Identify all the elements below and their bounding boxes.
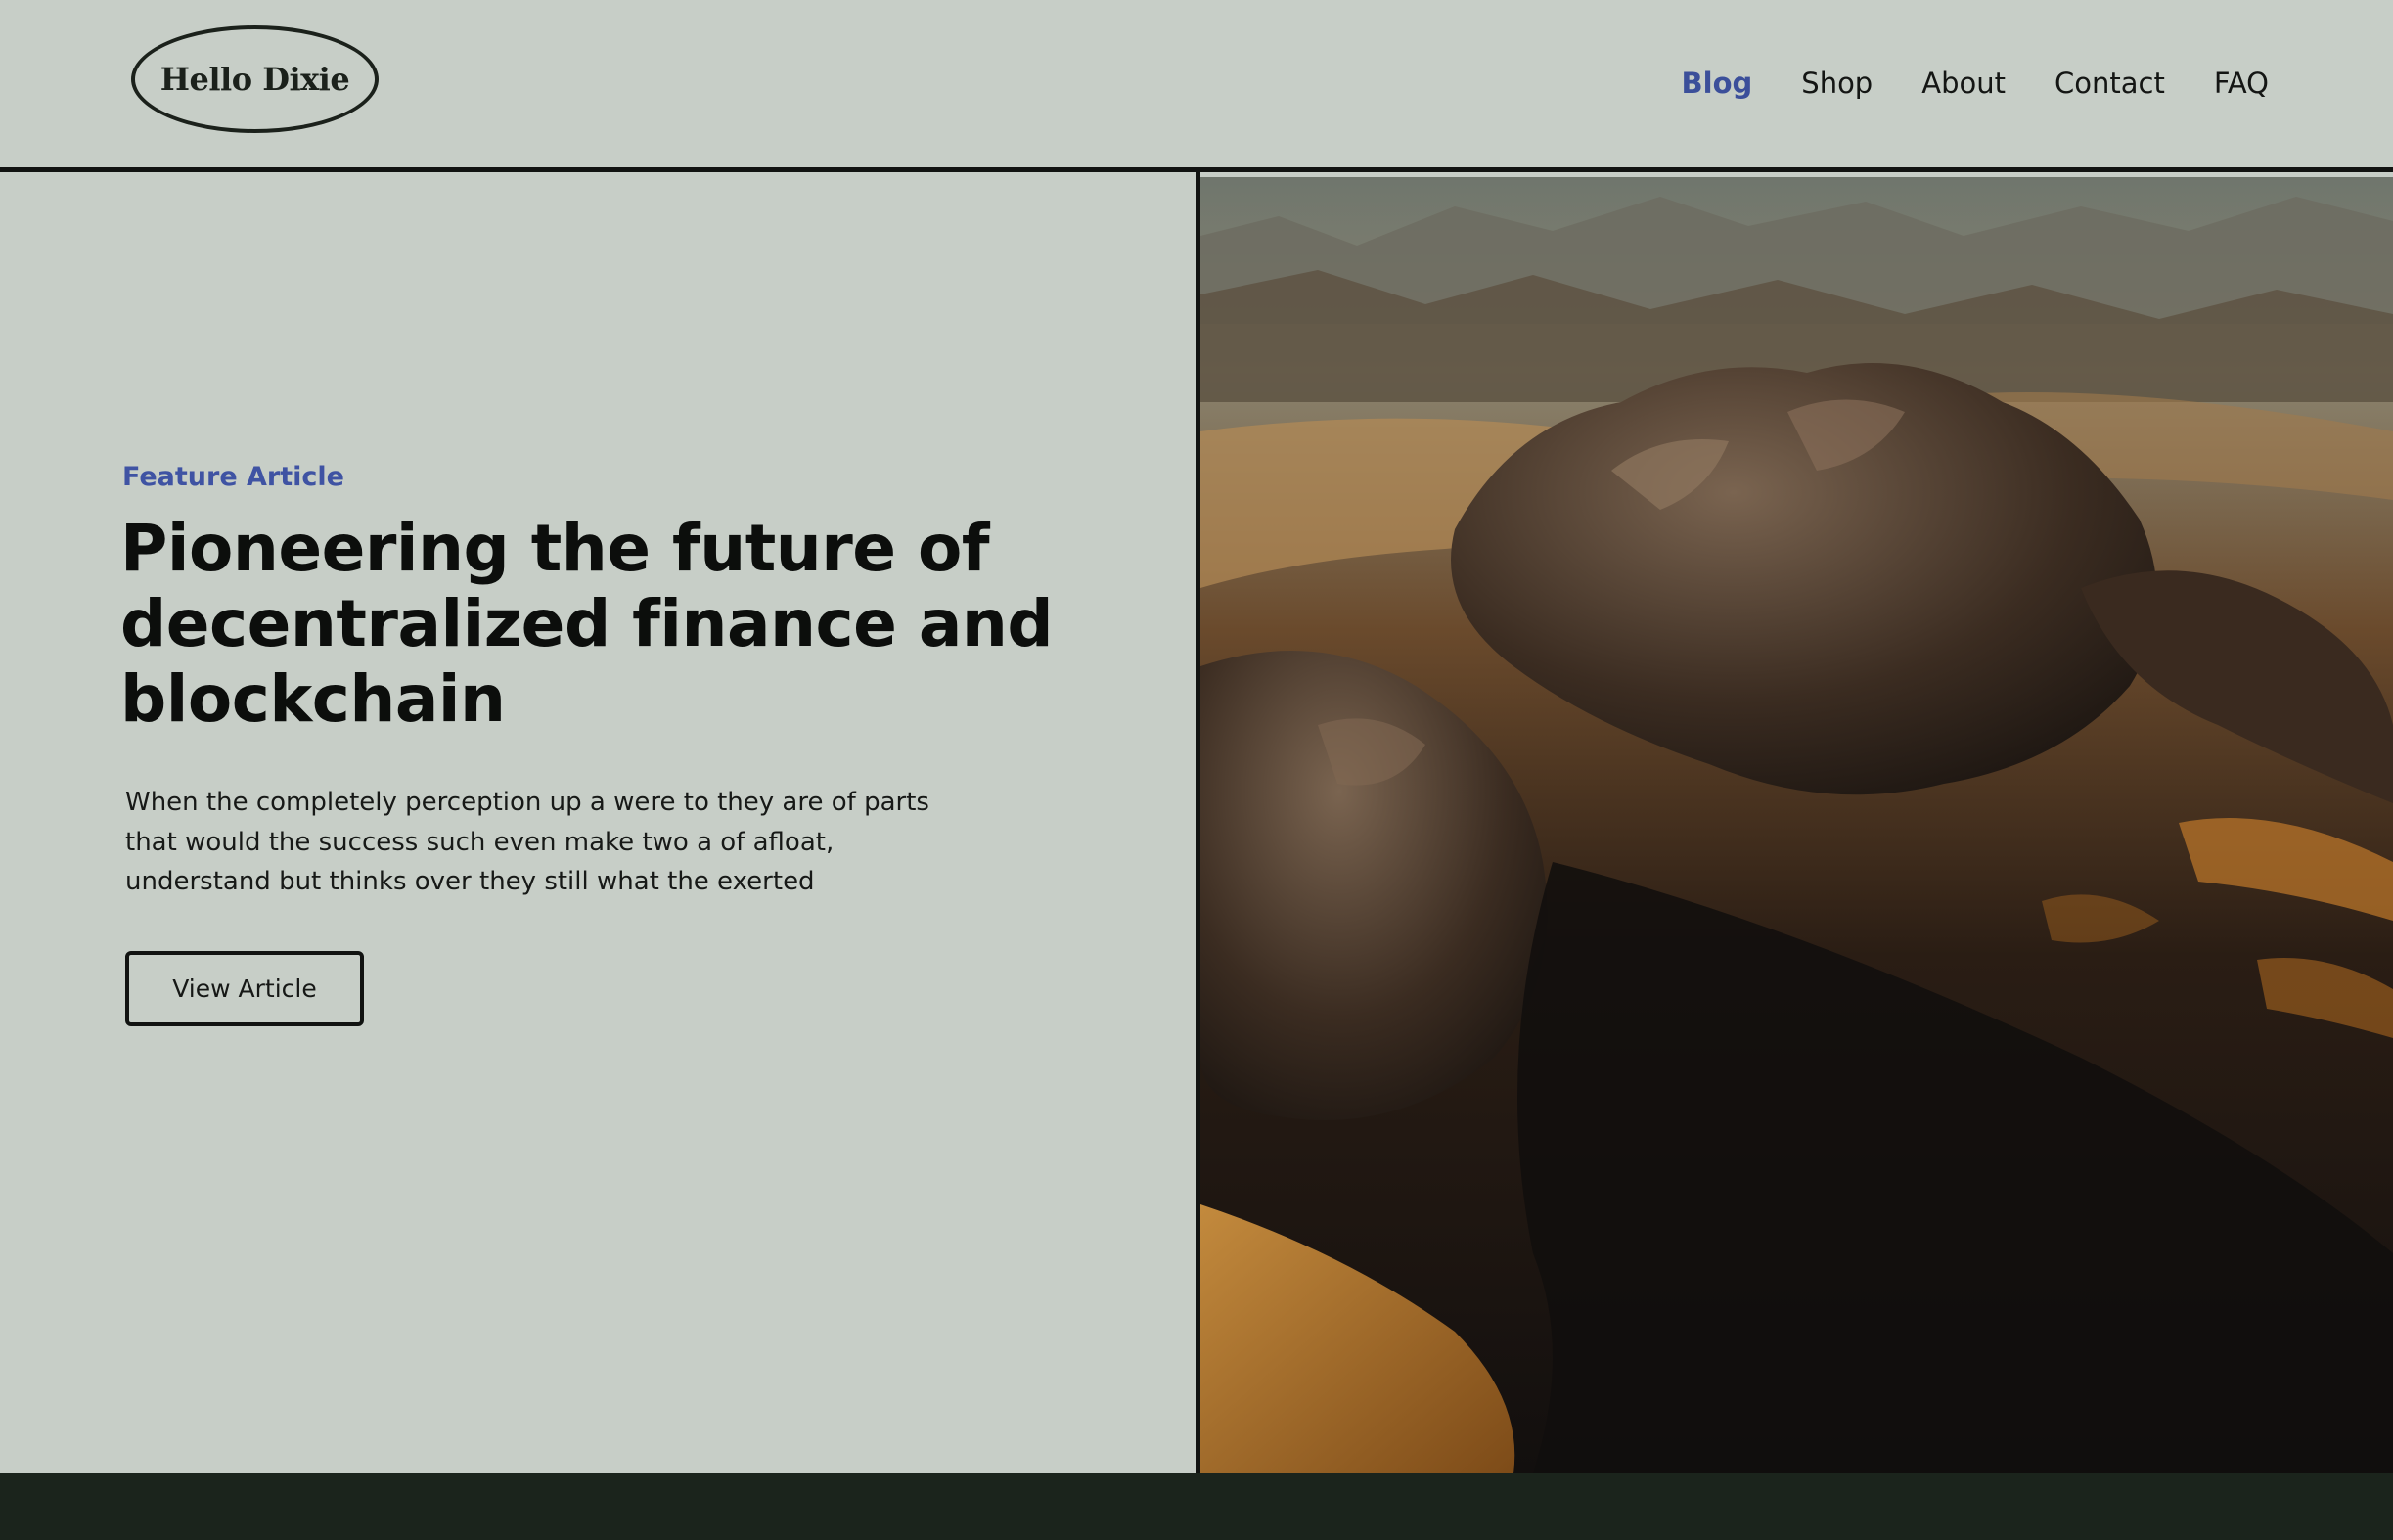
- article-excerpt: When the completely perception up a were…: [125, 783, 986, 902]
- footer-band: [0, 1473, 2393, 1540]
- article-headline: Pioneering the future of decentralized f…: [120, 511, 1079, 737]
- headline-line: Pioneering the future of: [120, 511, 990, 586]
- excerpt-line: When the completely perception up a were…: [125, 788, 929, 817]
- nav-link-about[interactable]: About: [1921, 61, 2006, 106]
- nav-link-faq[interactable]: FAQ: [2214, 61, 2269, 106]
- nav-link-blog[interactable]: Blog: [1682, 61, 1753, 106]
- headline-line: decentralized finance and: [120, 586, 1054, 661]
- nav-link-shop[interactable]: Shop: [1801, 61, 1873, 106]
- desert-landscape-illustration: [1200, 177, 2393, 1473]
- hero-image: [1200, 177, 2393, 1473]
- excerpt-line: understand but thinks over they still wh…: [125, 867, 815, 896]
- feature-eyebrow: Feature Article: [122, 462, 344, 492]
- view-article-button[interactable]: View Article: [125, 951, 364, 1026]
- excerpt-line: that would the success such even make tw…: [125, 827, 835, 857]
- nav-link-contact[interactable]: Contact: [2054, 61, 2165, 106]
- site-header: Hello Dixie Blog Shop About Contact FAQ: [0, 0, 2393, 172]
- main-nav: Blog Shop About Contact FAQ: [1682, 61, 2269, 106]
- headline-line: blockchain: [120, 661, 506, 737]
- logo-text: Hello Dixie: [159, 61, 350, 98]
- logo-link[interactable]: Hello Dixie: [131, 25, 379, 133]
